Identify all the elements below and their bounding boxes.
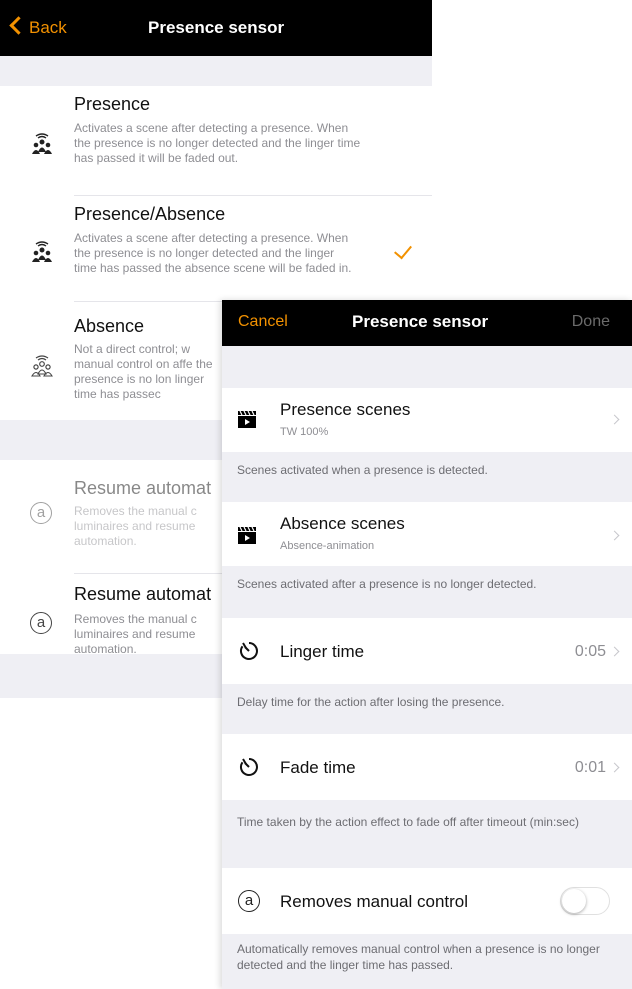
chevron-right-icon <box>609 530 620 541</box>
option-description: Activates a scene after detecting a pres… <box>74 121 361 165</box>
fade-time-title: Fade time <box>280 758 356 777</box>
scene-clapperboard-icon <box>238 526 256 544</box>
option-title: Resume automat <box>74 584 212 604</box>
presence-people-icon <box>32 133 52 154</box>
front-screen: Cancel Presence sensor Done Presence sce… <box>222 300 632 989</box>
back-navbar: Back Presence sensor <box>0 0 432 56</box>
fade-time-row[interactable]: Fade time 0:01 <box>222 734 632 800</box>
manual-control-title: Removes manual control <box>280 892 469 911</box>
fade-time-value: 0:01 <box>574 759 606 776</box>
back-button-label: Back <box>29 18 67 37</box>
presence-scenes-title: Presence scenes <box>280 400 411 419</box>
chevron-right-icon <box>609 414 620 425</box>
linger-time-row[interactable]: Linger time 0:05 <box>222 618 632 684</box>
back-screen-title: Presence sensor <box>148 18 285 37</box>
option-title: Absence <box>74 316 145 336</box>
presence-people-icon <box>32 241 52 262</box>
chevron-right-icon <box>609 646 620 657</box>
chevron-right-icon <box>609 762 620 773</box>
front-navbar: Cancel Presence sensor Done <box>222 300 632 346</box>
manual-control-row: a Removes manual control <box>222 868 632 934</box>
timer-icon <box>239 758 258 776</box>
checkmark-icon <box>394 240 412 260</box>
option-description: Activates a scene after detecting a pres… <box>74 231 352 275</box>
automation-a-icon: a <box>30 612 52 634</box>
option-presence-absence[interactable]: Presence/Absence Activates a scene after… <box>0 196 432 300</box>
linger-time-title: Linger time <box>280 642 365 661</box>
presence-scenes-footer: Scenes activated when a presence is dete… <box>237 463 488 477</box>
section-spacer <box>0 56 432 86</box>
chevron-left-icon <box>9 16 28 35</box>
linger-time-value: 0:05 <box>574 643 606 660</box>
option-title: Presence/Absence <box>74 204 226 224</box>
linger-time-footer: Delay time for the action after losing t… <box>237 695 505 709</box>
option-title: Presence <box>74 94 151 114</box>
presence-scenes-row[interactable]: Presence scenes TW 100% <box>222 388 632 452</box>
back-button[interactable]: Back <box>9 16 67 38</box>
option-description: Removes the manual c luminaires and resu… <box>74 612 197 656</box>
presence-scenes-subtitle: TW 100% <box>280 426 329 438</box>
automation-a-icon: a <box>30 502 52 524</box>
manual-control-footer: Automatically removes manual control whe… <box>237 942 600 972</box>
absence-scenes-row[interactable]: Absence scenes Absence-animation <box>222 502 632 566</box>
option-description: Removes the manual c luminaires and resu… <box>74 504 197 548</box>
done-button[interactable]: Done <box>572 313 610 331</box>
absence-scenes-subtitle: Absence-animation <box>280 540 375 552</box>
manual-control-toggle[interactable] <box>560 887 610 915</box>
fade-time-footer: Time taken by the action effect to fade … <box>237 815 579 829</box>
absence-scenes-title: Absence scenes <box>280 514 405 533</box>
front-screen-title: Presence sensor <box>352 312 489 331</box>
absence-scenes-footer: Scenes activated after a presence is no … <box>237 577 537 591</box>
option-presence[interactable]: Presence Activates a scene after detecti… <box>0 86 432 192</box>
absence-people-icon <box>31 355 53 377</box>
cancel-button[interactable]: Cancel <box>238 313 288 331</box>
scene-clapperboard-icon <box>238 410 256 428</box>
timer-icon <box>239 642 258 660</box>
option-description: Not a direct control; w manual control o… <box>74 342 213 401</box>
option-title: Resume automat <box>74 478 212 498</box>
automation-a-icon: a <box>238 890 260 912</box>
toggle-knob <box>562 889 586 913</box>
